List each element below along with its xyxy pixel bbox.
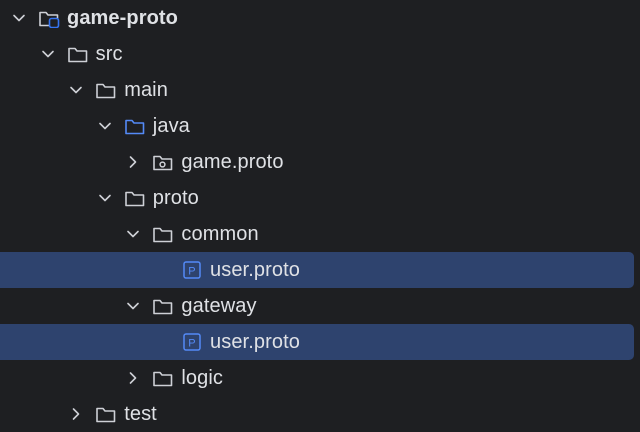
chevron-down-icon[interactable] xyxy=(125,298,141,314)
package-icon xyxy=(152,152,174,172)
chevron-down-icon[interactable] xyxy=(40,46,56,62)
chevron-right-icon[interactable] xyxy=(125,154,141,170)
folder-icon xyxy=(124,188,146,208)
tree-item-gateway[interactable]: gateway xyxy=(0,288,634,324)
folder-icon xyxy=(152,224,174,244)
svg-text:P: P xyxy=(188,338,195,350)
module-folder-icon xyxy=(38,8,60,28)
tree-item-main[interactable]: main xyxy=(0,72,634,108)
tree-item-label: game-proto xyxy=(67,7,178,29)
chevron-down-icon[interactable] xyxy=(68,82,84,98)
folder-icon xyxy=(67,44,89,64)
tree-item-label: common xyxy=(181,223,259,245)
tree-item-label: src xyxy=(95,43,123,65)
tree-item-proto[interactable]: proto xyxy=(0,180,634,216)
chevron-down-icon[interactable] xyxy=(125,226,141,242)
tree-item-label: logic xyxy=(181,367,224,389)
tree-item-common[interactable]: common xyxy=(0,216,634,252)
tree-item-label: main xyxy=(124,79,168,101)
chevron-right-icon[interactable] xyxy=(125,370,141,386)
tree-item-java[interactable]: java xyxy=(0,108,634,144)
folder-icon xyxy=(95,404,117,424)
tree-item-label: user.proto xyxy=(210,331,300,353)
source-folder-icon xyxy=(124,116,146,136)
folder-icon xyxy=(95,80,117,100)
chevron-down-icon[interactable] xyxy=(97,190,113,206)
tree-item-label: proto xyxy=(152,187,199,209)
tree-item-game-proto[interactable]: game-proto xyxy=(0,0,634,36)
tree-item-src[interactable]: src xyxy=(0,36,634,72)
tree-item-user-proto[interactable]: Puser.proto xyxy=(0,252,634,288)
chevron-down-icon[interactable] xyxy=(11,10,27,26)
tree-item-test[interactable]: test xyxy=(0,396,634,432)
chevron-down-icon[interactable] xyxy=(97,118,113,134)
tree-item-label: game.proto xyxy=(181,151,284,173)
svg-text:P: P xyxy=(188,266,195,278)
tree-item-label: test xyxy=(124,403,157,425)
tree-item-label: gateway xyxy=(181,295,257,317)
tree-item-user-proto[interactable]: Puser.proto xyxy=(0,324,634,360)
tree-item-label: java xyxy=(152,115,190,137)
project-tree: game-proto src main java game.proto proto comm… xyxy=(0,0,640,431)
chevron-right-icon[interactable] xyxy=(68,406,84,422)
tree-item-logic[interactable]: logic xyxy=(0,360,634,396)
tree-item-label: user.proto xyxy=(210,259,300,281)
tree-item-game-proto[interactable]: game.proto xyxy=(0,144,634,180)
folder-icon xyxy=(152,296,174,316)
proto-file-icon: P xyxy=(181,260,203,280)
folder-icon xyxy=(152,368,174,388)
proto-file-icon: P xyxy=(181,332,203,352)
